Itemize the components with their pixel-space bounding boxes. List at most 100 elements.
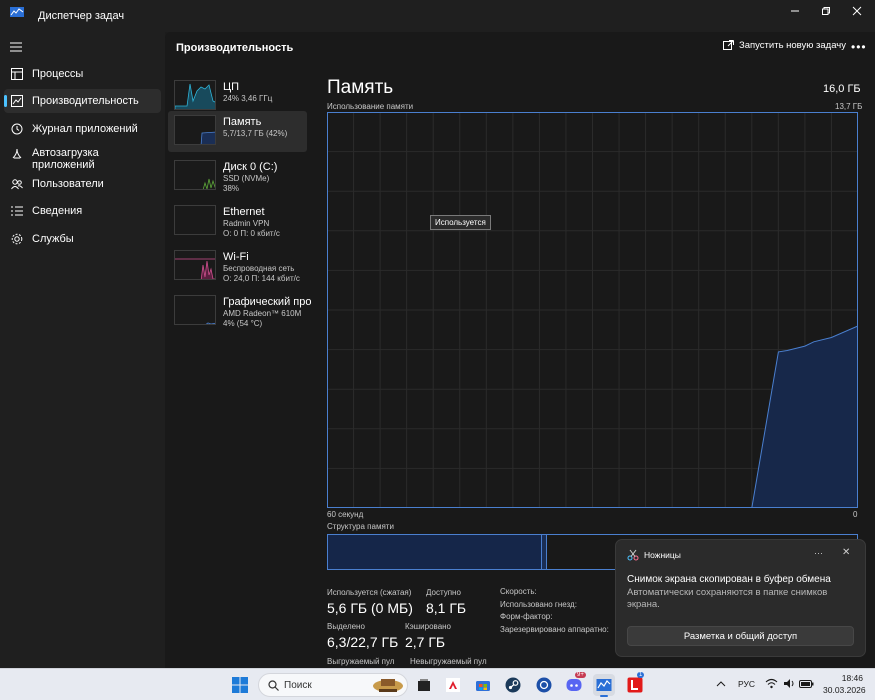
device-name: Память — [223, 116, 262, 128]
taskbar-steam[interactable] — [502, 674, 524, 696]
taskbar-app-blue[interactable] — [533, 674, 555, 696]
device-detail: 4% (54 °C) — [223, 319, 263, 328]
device-disk[interactable]: Диск 0 (C:) SSD (NVMe) 38% — [168, 156, 307, 197]
chevron-up-icon[interactable] — [716, 680, 726, 688]
close-button[interactable] — [840, 0, 874, 22]
toast-close-icon[interactable]: ✕ — [842, 547, 850, 558]
wifi-thumbnail — [174, 250, 216, 280]
stat-value: 5,6 ГБ (0 МБ) — [327, 600, 413, 616]
more-options-icon[interactable]: ••• — [851, 40, 867, 54]
toast-title: Снимок экрана скопирован в буфер обмена — [627, 574, 831, 585]
markup-share-button[interactable]: Разметка и общий доступ — [627, 626, 854, 646]
navigation-pane: Процессы Производительность Журнал прило… — [0, 32, 165, 668]
nav-label: Процессы — [32, 68, 84, 80]
battery-icon[interactable] — [799, 680, 814, 688]
device-name: Графический про — [223, 296, 312, 308]
taskbar-amd[interactable] — [442, 674, 464, 696]
stat-label: Кэшировано — [405, 622, 452, 631]
device-detail: О: 24,0 П: 144 кбит/с — [223, 274, 300, 283]
performance-icon — [11, 95, 23, 107]
wifi-icon[interactable] — [765, 678, 778, 689]
minimize-button[interactable] — [778, 0, 812, 22]
stat-label: Доступно — [426, 588, 461, 597]
stat-label: Используется (сжатая) — [327, 588, 412, 597]
device-gpu[interactable]: Графический про AMD Radeon™ 610M 4% (54 … — [168, 291, 311, 332]
nav-item-performance[interactable]: Производительность — [4, 89, 161, 113]
taskbar-l-app[interactable]: 1 — [624, 672, 646, 696]
taskbar-store[interactable] — [472, 674, 494, 696]
memory-thumbnail — [174, 115, 216, 145]
run-task-label: Запустить новую задачу — [739, 40, 846, 51]
discord-icon — [566, 679, 582, 691]
nav-item-startup-apps[interactable]: Автозагрузка приложений — [4, 144, 161, 174]
clock-date[interactable]: 30.03.2026 — [823, 685, 866, 695]
prop-hardware-reserved: Зарезервировано аппаратно: — [500, 625, 609, 634]
taskbar-task-manager[interactable] — [593, 674, 615, 697]
store-icon — [476, 681, 490, 691]
cpu-thumbnail — [174, 80, 216, 110]
start-button[interactable] — [229, 674, 251, 696]
device-wifi[interactable]: Wi-Fi Беспроводная сеть О: 24,0 П: 144 к… — [168, 246, 307, 287]
toast-body: Автоматически сохраняются в папке снимко… — [627, 587, 828, 610]
title-bar: Диспетчер задач — [0, 0, 875, 32]
clock-time[interactable]: 18:46 — [823, 673, 863, 683]
l-app-badge: 1 — [637, 672, 645, 678]
discord-badge: 9+ — [575, 672, 586, 678]
maximize-button[interactable] — [809, 0, 843, 22]
device-name: ЦП — [223, 81, 240, 93]
page-title: Производительность — [176, 42, 294, 54]
input-language[interactable]: РУС — [738, 679, 755, 689]
snipping-tool-icon — [627, 549, 639, 561]
stat-value: 2,7 ГБ — [405, 634, 446, 650]
volume-icon[interactable] — [783, 678, 796, 689]
stat-available: Доступно 8,1 ГБ — [426, 588, 466, 616]
taskbar-task-view[interactable] — [413, 674, 435, 696]
device-ethernet[interactable]: Ethernet Radmin VPN О: 0 П: 0 кбит/с — [168, 201, 307, 242]
nav-item-app-history[interactable]: Журнал приложений — [4, 117, 161, 141]
nav-item-services[interactable]: Службы — [4, 227, 161, 251]
ethernet-thumbnail — [174, 205, 216, 235]
stat-value: 8,1 ГБ — [426, 600, 467, 616]
toast-more-icon[interactable]: ··· — [814, 548, 823, 558]
nav-item-details[interactable]: Сведения — [4, 199, 161, 223]
taskbar-discord[interactable]: 9+ — [563, 672, 586, 696]
startup-icon — [12, 148, 22, 159]
usage-axis-label: Использование памяти — [327, 102, 414, 111]
search-placeholder: Поиск — [284, 680, 312, 691]
taskbar: Поиск 9+ 1 РУС 18:46 30.03.2026 — [0, 668, 875, 700]
nav-label: Службы — [32, 233, 74, 245]
task-manager-icon — [10, 7, 24, 17]
structure-label: Структура памяти — [327, 522, 394, 531]
device-detail: SSD (NVMe) — [223, 174, 270, 183]
task-view-icon — [418, 679, 430, 691]
stat-label: Выделено — [327, 622, 365, 631]
run-task-icon — [723, 40, 734, 50]
search-icon — [268, 680, 279, 691]
active-app-indicator — [600, 695, 608, 697]
nav-item-processes[interactable]: Процессы — [4, 62, 161, 86]
nav-item-users[interactable]: Пользователи — [4, 172, 161, 196]
taskbar-search[interactable]: Поиск — [258, 673, 408, 697]
hamburger-menu-icon[interactable] — [10, 42, 22, 52]
search-highlight-icon — [373, 679, 403, 692]
stat-label: Невыгружаемый пул — [410, 657, 487, 666]
disk-thumbnail — [174, 160, 216, 190]
stat-value: 6,3/22,7 ГБ — [327, 634, 399, 650]
device-detail: 5,7/13,7 ГБ (42%) — [223, 129, 288, 138]
device-detail: О: 0 П: 0 кбит/с — [223, 229, 280, 238]
gpu-sparkline — [205, 322, 215, 324]
nav-label: Автозагрузка приложений — [32, 147, 99, 171]
stat-label: Выгружаемый пул — [327, 657, 395, 666]
device-memory[interactable]: Память 5,7/13,7 ГБ (42%) — [168, 111, 307, 152]
stat-paged-pool: Выгружаемый пул — [327, 657, 394, 666]
structure-modified — [542, 535, 547, 569]
stat-in-use: Используется (сжатая) 5,6 ГБ (0 МБ) — [327, 588, 413, 616]
stat-nonpaged-pool: Невыгружаемый пул — [410, 657, 487, 666]
memory-sparkline — [200, 131, 215, 144]
device-detail: AMD Radeon™ 610M — [223, 309, 302, 318]
run-new-task-button[interactable]: Запустить новую задачу — [723, 40, 846, 51]
device-detail: 38% — [223, 184, 240, 193]
grid-icon — [11, 68, 23, 80]
disk-sparkline — [202, 178, 215, 189]
device-name: Wi-Fi — [223, 251, 249, 263]
